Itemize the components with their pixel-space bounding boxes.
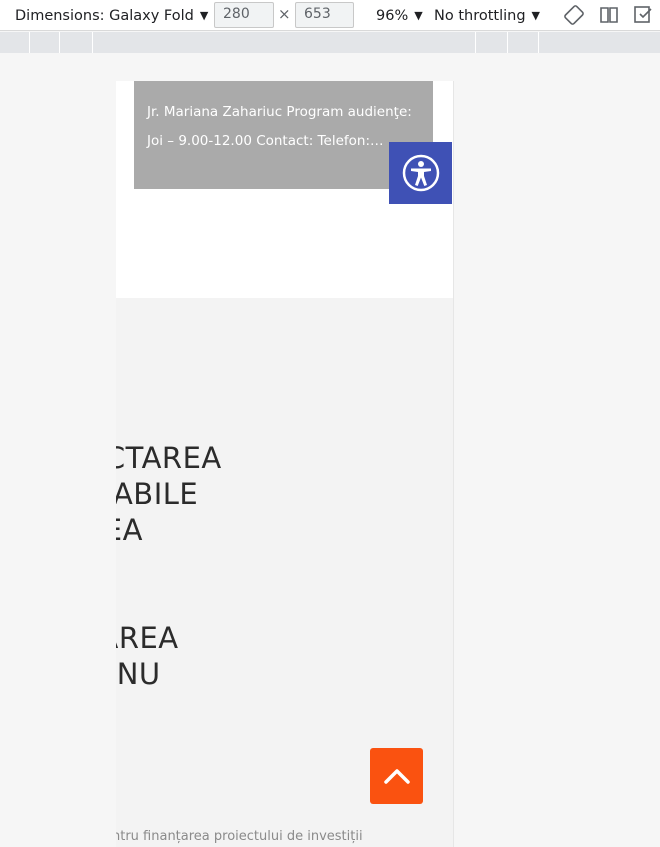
dimensions-label: Dimensions: Galaxy Fold bbox=[15, 7, 194, 24]
throttling-dropdown[interactable]: No throttling ▼ bbox=[434, 0, 540, 31]
ruler-tick bbox=[475, 32, 476, 53]
throttling-label: No throttling bbox=[434, 7, 526, 24]
title-line: RI RAMBURSABILE bbox=[116, 477, 199, 511]
chevron-up-icon bbox=[383, 769, 410, 784]
media-query-ruler[interactable] bbox=[0, 32, 660, 53]
title-line: UNERE bbox=[116, 404, 453, 440]
dual-screen-icon[interactable] bbox=[598, 4, 620, 26]
height-input[interactable]: 653 bbox=[295, 2, 354, 28]
ruler-tick bbox=[507, 32, 508, 53]
chevron-down-icon: ▼ bbox=[199, 9, 209, 22]
title-line: ZIALE DIACONU bbox=[116, 657, 161, 691]
devtools-toolbar: Dimensions: Galaxy Fold ▼ 280 × 653 96% … bbox=[0, 0, 660, 31]
chevron-down-icon: ▼ bbox=[531, 9, 541, 22]
title-line: ABILITAREA, bbox=[116, 584, 453, 620]
contact-info-text: Jr. Mariana Zahariuc Program audienţe: J… bbox=[147, 104, 412, 149]
zoom-label: 96% bbox=[376, 7, 409, 24]
rotate-icon[interactable] bbox=[563, 4, 585, 26]
title-line: MODERNIZAREA bbox=[116, 621, 179, 655]
zoom-dropdown[interactable]: 96% ▼ bbox=[376, 0, 423, 31]
width-input[interactable]: 280 bbox=[214, 2, 274, 28]
chevron-down-icon: ▼ bbox=[414, 9, 423, 22]
device-dimensions-dropdown[interactable]: Dimensions: Galaxy Fold ▼ bbox=[15, 0, 208, 31]
accessibility-button[interactable] bbox=[389, 142, 452, 204]
title-line: U „CONTRACTAREA bbox=[116, 441, 222, 475]
title-line: DE bbox=[116, 548, 453, 584]
times-separator: × bbox=[278, 5, 291, 23]
ruler-tick bbox=[59, 32, 60, 53]
ruler-tick bbox=[92, 32, 93, 53]
viewport-edge bbox=[453, 81, 454, 847]
media-queries-icon[interactable] bbox=[632, 4, 654, 26]
body-text: ntru finanțarea proiectului de investiți… bbox=[116, 829, 363, 844]
scroll-to-top-button[interactable] bbox=[370, 748, 423, 804]
page-title: UNEREU „CONTRACTAREARI RAMBURSABILERU FI… bbox=[116, 404, 453, 728]
ruler-tick bbox=[538, 32, 539, 53]
title-line: FIENI, JUDEȚ bbox=[116, 692, 453, 728]
ruler-tick bbox=[29, 32, 30, 53]
device-viewport: Jr. Mariana Zahariuc Program audienţe: J… bbox=[116, 81, 453, 847]
accessibility-icon bbox=[402, 154, 439, 192]
title-line: RU FINAȚAREA bbox=[116, 513, 143, 547]
